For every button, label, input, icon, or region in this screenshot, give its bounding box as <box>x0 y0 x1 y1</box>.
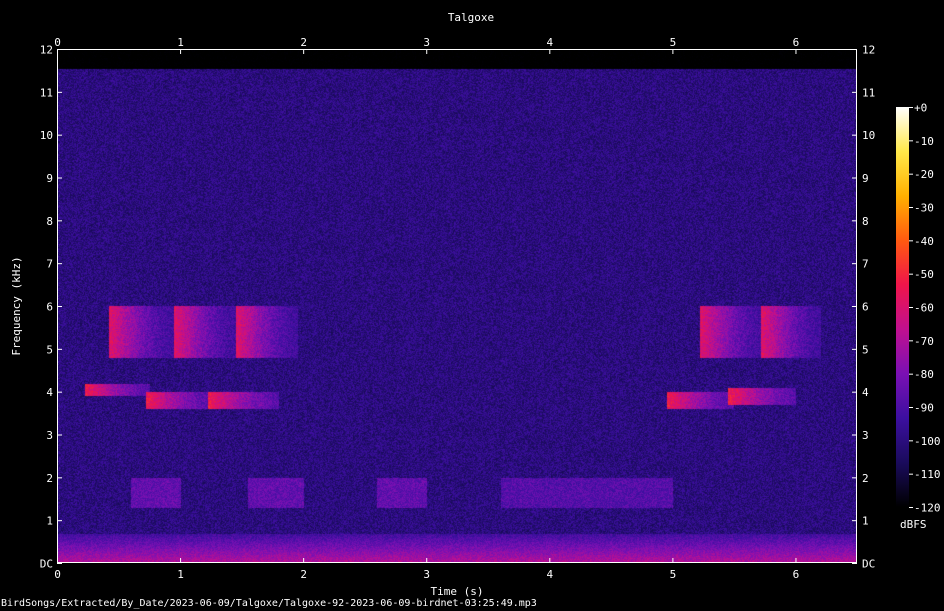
x-tick-label-top: 5 <box>670 36 677 49</box>
y-tick-label-left: 8 <box>46 215 53 228</box>
colorbar-tick-label: -80 <box>914 368 934 381</box>
y-tick-label-left: DC <box>40 558 53 571</box>
x-tick-label-top: 1 <box>177 36 184 49</box>
y-tick-label-right: 11 <box>862 86 875 99</box>
y-tick-label-left: 2 <box>46 472 53 485</box>
colorbar-tick-label: -40 <box>914 235 934 248</box>
y-tick-label-left: 1 <box>46 515 53 528</box>
y-tick-label-right: 6 <box>862 301 869 314</box>
y-axis-label: Frequency (kHz) <box>10 256 23 355</box>
y-tick-label-left: 4 <box>46 386 53 399</box>
colorbar <box>896 107 909 507</box>
y-tick-label-right: 4 <box>862 386 869 399</box>
colorbar-tick-label: +0 <box>914 102 927 115</box>
x-tick-label-top: 2 <box>300 36 307 49</box>
chart-title: Talgoxe <box>448 11 494 24</box>
file-path-footer: BirdSongs/Extracted/By_Date/2023-06-09/T… <box>1 598 537 609</box>
x-tick-label-bottom: 0 <box>54 568 61 581</box>
colorbar-tick-label: -110 <box>914 468 941 481</box>
colorbar-tick-label: -30 <box>914 202 934 215</box>
y-tick-label-left: 6 <box>46 301 53 314</box>
y-tick-label-right: 7 <box>862 258 869 271</box>
x-tick-label-bottom: 2 <box>300 568 307 581</box>
y-tick-label-right: 2 <box>862 472 869 485</box>
colorbar-tick-label: -20 <box>914 168 934 181</box>
colorbar-tick-label: -60 <box>914 302 934 315</box>
y-tick-label-right: 8 <box>862 215 869 228</box>
y-tick-label-right: 9 <box>862 172 869 185</box>
spectrogram-figure: Talgoxe 0123456 0123456 DC12345678910111… <box>10 11 941 598</box>
y-tick-label-left: 3 <box>46 429 53 442</box>
colorbar-tick-label: -10 <box>914 135 934 148</box>
colorbar-unit-label: dBFS <box>900 518 927 531</box>
y-tick-label-left: 9 <box>46 172 53 185</box>
y-tick-label-left: 12 <box>40 44 53 57</box>
x-tick-label-bottom: 1 <box>177 568 184 581</box>
colorbar-tick-label: -120 <box>914 502 941 515</box>
x-tick-label-top: 3 <box>423 36 430 49</box>
x-tick-label-bottom: 4 <box>546 568 553 581</box>
y-tick-label-right: DC <box>862 558 875 571</box>
y-tick-label-left: 11 <box>40 86 53 99</box>
x-tick-label-top: 6 <box>793 36 800 49</box>
x-tick-label-bottom: 3 <box>423 568 430 581</box>
y-tick-label-right: 3 <box>862 429 869 442</box>
x-tick-label-top: 4 <box>546 36 553 49</box>
y-tick-label-right: 1 <box>862 515 869 528</box>
x-tick-label-bottom: 5 <box>670 568 677 581</box>
y-tick-label-right: 12 <box>862 44 875 57</box>
colorbar-tick-label: -70 <box>914 335 934 348</box>
y-tick-label-right: 5 <box>862 343 869 356</box>
colorbar-ticks: +0 -10 -20 -30 -40 -50 -60 -70 -80 -90 -100 -110 -12… <box>909 102 941 515</box>
y-tick-label-right: 10 <box>862 129 875 142</box>
x-tick-label-bottom: 6 <box>793 568 800 581</box>
colorbar-tick-label: -100 <box>914 435 941 448</box>
colorbar-tick-label: -90 <box>914 402 934 415</box>
colorbar-tick-label: -50 <box>914 268 934 281</box>
x-axis-label: Time (s) <box>431 585 484 598</box>
spectrogram-image <box>57 49 857 563</box>
y-tick-label-left: 5 <box>46 343 53 356</box>
y-tick-label-left: 10 <box>40 129 53 142</box>
y-tick-label-left: 7 <box>46 258 53 271</box>
x-tick-label-top: 0 <box>54 36 61 49</box>
